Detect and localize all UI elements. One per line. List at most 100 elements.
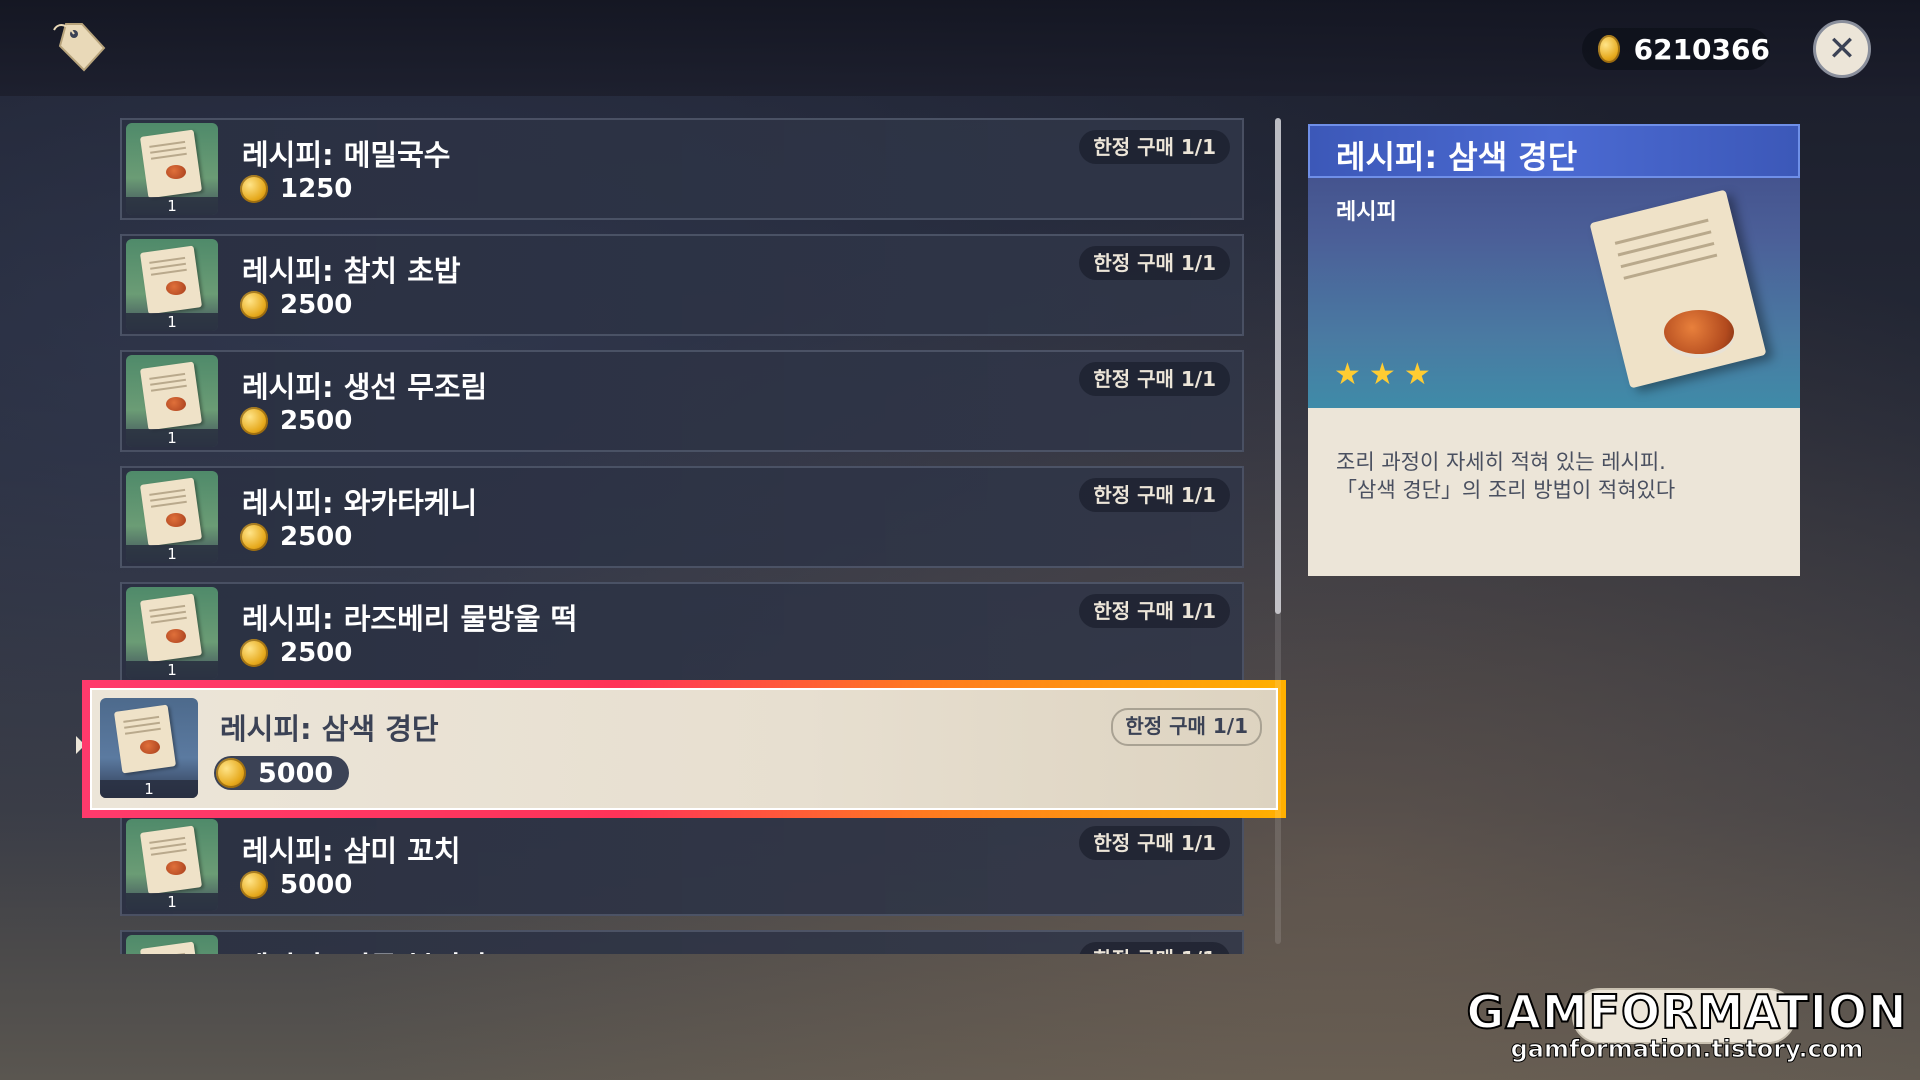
mora-coin-icon (216, 758, 246, 788)
item-quantity: 1 (126, 313, 218, 331)
dish-icon (140, 740, 160, 754)
mora-coin-icon (240, 639, 268, 667)
detail-title-bar: 레시피: 삼색 경단 (1308, 124, 1800, 178)
selected-list-item[interactable]: 1 레시피: 삼색 경단 5000 한정 구매 1/1 (82, 680, 1286, 818)
dish-icon (166, 513, 186, 527)
recipe-scroll-icon (139, 941, 203, 954)
recipe-scroll-icon (139, 825, 203, 895)
dish-icon (166, 397, 186, 411)
dish-icon (166, 861, 186, 875)
item-price-value: 5000 (280, 870, 353, 900)
detail-header-area: 레시피: 삼색 경단 레시피 ★ ★ ★ (1308, 124, 1800, 408)
item-price: 2500 (240, 638, 352, 668)
close-icon: ✕ (1827, 29, 1857, 69)
purchase-limit-badge: 한정 구매 1/1 (1079, 478, 1230, 512)
dish-icon (166, 165, 186, 179)
item-name: 레시피: 삼색 경단 (220, 712, 439, 746)
rarity-stars: ★ ★ ★ (1334, 360, 1431, 390)
detail-description: 조리 과정이 자세히 적혀 있는 레시피. 「삼색 경단」의 조리 방법이 적혀… (1308, 408, 1800, 576)
item-name: 레시피: 삼미 꼬치 (242, 834, 461, 868)
item-price: 5000 (214, 756, 350, 790)
item-price: 2500 (240, 406, 352, 436)
mora-balance: 6210366 (1582, 28, 1770, 70)
purchase-limit-badge: 한정 구매 1/1 (1079, 826, 1230, 860)
item-quantity: 1 (126, 661, 218, 679)
star-icon: ★ (1403, 357, 1431, 392)
list-item[interactable]: 1 레시피: 인몬 붕어빵 한정 구매 1/1 (120, 930, 1244, 954)
item-name: 레시피: 라즈베리 물방울 떡 (242, 602, 578, 636)
item-quantity: 1 (100, 780, 198, 798)
list-scrollbar[interactable] (1275, 118, 1281, 944)
mora-coin-icon (240, 407, 268, 435)
item-price: 2500 (240, 522, 352, 552)
list-item[interactable]: 1 레시피: 와카타케니 2500 한정 구매 1/1 (120, 466, 1244, 568)
mora-coin-icon (240, 291, 268, 319)
recipe-scroll-icon (139, 593, 203, 663)
recipe-thumbnail: 1 (100, 698, 198, 798)
purchase-limit-badge: 한정 구매 1/1 (1079, 246, 1230, 280)
item-price-value: 2500 (280, 522, 353, 552)
star-icon: ★ (1334, 357, 1361, 392)
purchase-limit-badge: 한정 구매 1/1 (1079, 130, 1230, 164)
mora-amount: 6210366 (1633, 32, 1770, 66)
item-quantity: 1 (126, 429, 218, 447)
list-item[interactable]: 1 레시피: 라즈베리 물방울 떡 2500 한정 구매 1/1 (120, 582, 1244, 684)
mora-coin-icon (240, 523, 268, 551)
recipe-thumbnail: 1 (126, 239, 218, 331)
item-price: 5000 (240, 870, 352, 900)
item-detail-panel: 레시피: 삼색 경단 레시피 ★ ★ ★ 조리 과정이 자세히 적혀 있는 레시… (1308, 124, 1800, 576)
item-price-value: 2500 (280, 290, 353, 320)
list-item[interactable]: 1 레시피: 생선 무조림 2500 한정 구매 1/1 (120, 350, 1244, 452)
purchase-limit-badge: 한정 구매 1/1 (1111, 708, 1262, 746)
recipe-thumbnail: 1 (126, 123, 218, 215)
item-name: 레시피: 참치 초밥 (242, 254, 461, 288)
item-price: 1250 (240, 174, 352, 204)
purchase-button[interactable] (1572, 988, 1796, 1044)
item-quantity: 1 (126, 197, 218, 215)
selected-item-card[interactable]: 1 레시피: 삼색 경단 5000 한정 구매 1/1 (90, 688, 1278, 810)
item-name: 레시피: 생선 무조림 (242, 370, 488, 404)
dish-icon (166, 629, 186, 643)
item-price-value: 1250 (280, 174, 353, 204)
list-item[interactable]: 1 레시피: 메밀국수 1250 한정 구매 1/1 (120, 118, 1244, 220)
recipe-thumbnail: 1 (126, 587, 218, 679)
list-item[interactable]: 1 레시피: 삼미 꼬치 5000 한정 구매 1/1 (120, 814, 1244, 916)
item-price-value: 5000 (258, 757, 334, 789)
recipe-thumbnail: 1 (126, 935, 218, 954)
price-tag-icon (53, 23, 106, 72)
star-icon: ★ (1368, 357, 1396, 392)
purchase-limit-badge: 한정 구매 1/1 (1079, 594, 1230, 628)
mora-coin-icon (240, 871, 268, 899)
dish-icon (1664, 310, 1734, 354)
description-line-2: 「삼색 경단」의 조리 방법이 적혀있다 (1336, 478, 1676, 502)
description-line-1: 조리 과정이 자세히 적혀 있는 레시피. (1336, 450, 1666, 474)
item-price: 2500 (240, 290, 352, 320)
recipe-scroll-icon (113, 704, 177, 774)
recipe-thumbnail: 1 (126, 471, 218, 563)
recipe-list[interactable]: 1 레시피: 메밀국수 1250 한정 구매 1/1 1 레시피: 참치 초밥 … (120, 118, 1250, 954)
recipe-scroll-icon (139, 477, 203, 547)
purchase-limit-badge: 한정 구매 1/1 (1079, 362, 1230, 396)
list-item[interactable]: 1 레시피: 참치 초밥 2500 한정 구매 1/1 (120, 234, 1244, 336)
top-bar: 6210366 ✕ (0, 0, 1920, 96)
dish-icon (166, 281, 186, 295)
recipe-thumbnail: 1 (126, 819, 218, 911)
mora-coin-icon (240, 175, 268, 203)
purchase-limit-badge: 한정 구매 1/1 (1079, 942, 1230, 954)
recipe-scroll-icon (139, 129, 203, 199)
item-name: 레시피: 메밀국수 (242, 138, 451, 172)
detail-title: 레시피: 삼색 경단 (1336, 138, 1578, 176)
recipe-scroll-icon (139, 361, 203, 431)
item-price-value: 2500 (280, 638, 353, 668)
recipe-thumbnail: 1 (126, 355, 218, 447)
scrollbar-thumb[interactable] (1275, 118, 1281, 614)
recipe-scroll-icon (139, 245, 203, 315)
detail-item-type: 레시피 (1336, 200, 1397, 225)
recipe-scroll-icon (1589, 189, 1767, 389)
close-button[interactable]: ✕ (1813, 20, 1871, 78)
item-quantity: 1 (126, 545, 218, 563)
item-name: 레시피: 인몬 붕어빵 (242, 944, 487, 954)
mora-coin-icon (1598, 35, 1620, 63)
description-text: 조리 과정이 자세히 적혀 있는 레시피. 「삼색 경단」의 조리 방법이 적혀… (1336, 448, 1776, 504)
item-quantity: 1 (126, 893, 218, 911)
